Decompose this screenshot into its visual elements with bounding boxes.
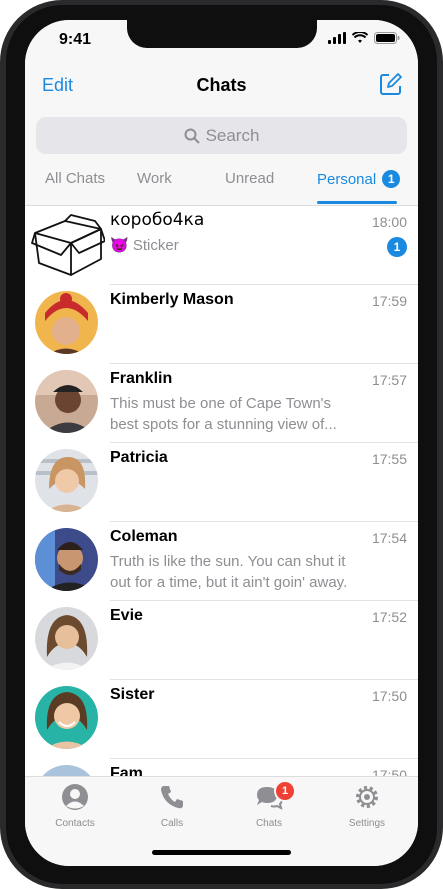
avatar (35, 291, 98, 354)
signal-icon (328, 32, 346, 44)
tabbar-label: Settings (348, 818, 386, 829)
tab-unread[interactable]: Unread (225, 170, 274, 187)
tabbar-calls[interactable]: Calls (132, 783, 212, 829)
chat-name: Sister (110, 686, 155, 703)
tabbar-label: Calls (160, 818, 184, 829)
home-indicator[interactable] (152, 850, 291, 855)
active-tab-indicator (317, 201, 397, 204)
page-title: Chats (196, 75, 247, 95)
chat-row[interactable]: Franklin This must be one of Cape Town's… (25, 364, 418, 443)
chat-time: 17:59 (371, 293, 407, 309)
chat-message: This must be one of Cape Town's best spo… (110, 395, 337, 433)
chat-row[interactable]: Sister 17:50 (25, 680, 418, 759)
chat-row[interactable]: Patricia 17:55 (25, 443, 418, 522)
avatar (35, 607, 98, 670)
status-time: 9:41 (59, 31, 92, 48)
tabbar-label: Chats (255, 818, 283, 829)
tab-badge: 1 (382, 170, 401, 188)
chat-name: Franklin (110, 370, 173, 387)
tab-all-chats[interactable]: All Chats (45, 170, 105, 187)
chat-row[interactable]: Coleman Truth is like the sun. You can s… (25, 522, 418, 601)
phone-screen: 9:41 Edit Chats Search All Chats Work Un… (25, 20, 418, 866)
chat-time: 17:57 (371, 372, 407, 388)
chat-time: 17:54 (371, 530, 407, 546)
avatar (35, 370, 98, 433)
tabbar-settings[interactable]: Settings (327, 783, 407, 829)
chat-list: коробо4ка 😈 Sticker 18:00 1 Kimberly Mas… (25, 206, 418, 828)
chat-row[interactable]: коробо4ка 😈 Sticker 18:00 1 (25, 206, 418, 285)
status-icons (328, 32, 400, 44)
box-drawing-icon (31, 214, 105, 276)
battery-icon (374, 32, 400, 44)
tab-personal[interactable]: Personal 1 (317, 170, 401, 188)
tab-label: Unread (225, 170, 275, 187)
chat-time: 17:50 (371, 688, 407, 704)
tab-label: All Chats (45, 170, 106, 187)
avatar (35, 449, 98, 512)
wifi-icon (352, 32, 368, 43)
unread-badge: 1 (387, 237, 407, 257)
chat-name: Kimberly Mason (110, 291, 234, 308)
chat-message: Truth is like the sun. You can shut it o… (110, 553, 348, 591)
tab-label: Work (137, 170, 172, 187)
chat-name: коробо4ка (110, 210, 205, 230)
chat-name: Patricia (110, 449, 168, 466)
avatar (35, 686, 98, 749)
chat-name: Coleman (110, 528, 178, 545)
search-icon (184, 128, 200, 144)
nav-header: Edit Chats (25, 73, 418, 105)
tabbar-badge: 1 (274, 780, 296, 802)
chat-row[interactable]: Evie 17:52 (25, 601, 418, 680)
chat-time: 18:00 (371, 214, 407, 230)
search-input[interactable]: Search (36, 117, 407, 154)
search-placeholder: Search (205, 125, 260, 145)
tabbar-label: Contacts (55, 818, 95, 829)
compose-button[interactable] (380, 73, 402, 100)
gear-icon (356, 786, 378, 808)
notch (127, 20, 317, 48)
avatar (35, 528, 98, 591)
tabbar-contacts[interactable]: Contacts (35, 783, 115, 829)
chat-time: 17:55 (371, 451, 407, 467)
compose-icon (380, 73, 402, 95)
chat-time: 17:52 (371, 609, 407, 625)
tab-work[interactable]: Work (137, 170, 172, 187)
person-icon (62, 784, 88, 810)
chat-row[interactable]: Kimberly Mason 17:59 (25, 285, 418, 364)
chat-message: 😈 Sticker (110, 237, 179, 254)
tabbar-chats[interactable]: 1 Chats (229, 780, 309, 829)
tab-label: Personal (317, 171, 377, 188)
phone-icon (161, 786, 183, 809)
chat-name: Evie (110, 607, 143, 624)
